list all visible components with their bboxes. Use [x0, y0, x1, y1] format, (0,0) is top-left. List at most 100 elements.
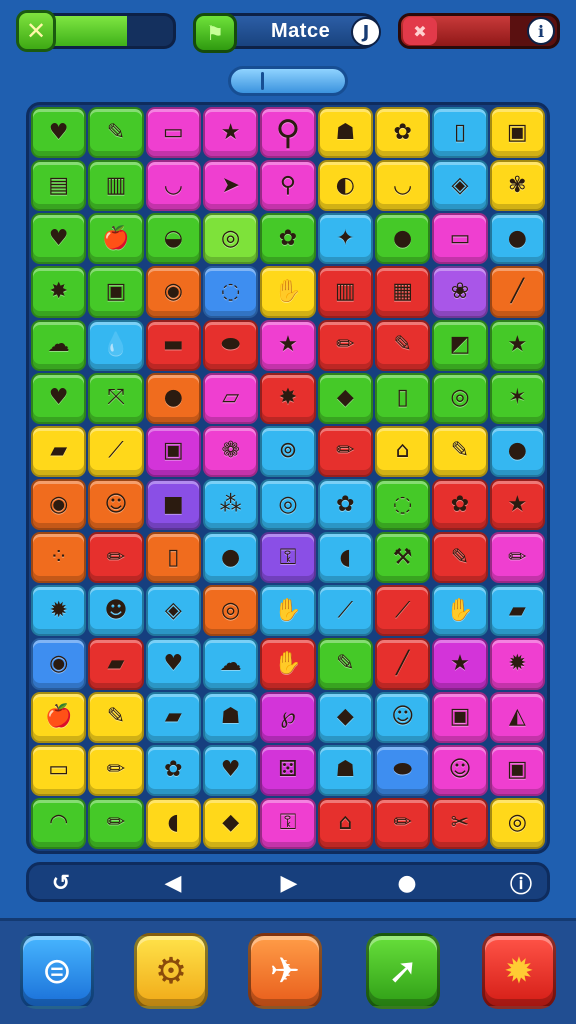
tile[interactable]: ◈ — [432, 160, 488, 212]
info-button[interactable]: ⓘ — [507, 870, 535, 898]
tile[interactable]: ◖ — [317, 532, 373, 584]
tile[interactable]: ✏ — [317, 319, 373, 371]
tile[interactable]: ★ — [489, 319, 545, 371]
tile[interactable]: ╱ — [489, 266, 545, 318]
tile[interactable]: ● — [489, 425, 545, 477]
tile[interactable]: ▯ — [432, 107, 488, 159]
tile[interactable]: ◉ — [31, 638, 87, 690]
tile[interactable]: ◉ — [31, 478, 87, 531]
tile[interactable]: ☗ — [317, 107, 373, 159]
tile[interactable]: ◆ — [202, 797, 259, 849]
tile[interactable]: ✎ — [317, 638, 373, 690]
tile[interactable]: ◩ — [432, 319, 488, 371]
tile[interactable]: ☻ — [88, 585, 144, 637]
tile[interactable]: ▥ — [317, 266, 373, 318]
tile[interactable]: ◎ — [260, 478, 316, 531]
tile[interactable]: ▯ — [374, 372, 431, 424]
tile[interactable]: 🍎 — [31, 691, 87, 743]
tile[interactable]: ◉ — [145, 266, 201, 318]
tile[interactable]: ◡ — [145, 160, 201, 212]
tile[interactable]: ★ — [489, 478, 545, 531]
title-info-button[interactable]: J — [351, 17, 381, 47]
tile[interactable]: ☁ — [31, 319, 87, 371]
tile[interactable]: ⚲ — [260, 107, 316, 159]
settings-dock-button[interactable]: ⚙ — [134, 933, 208, 1009]
tile[interactable]: ▭ — [432, 213, 488, 265]
tile[interactable]: ▭ — [145, 107, 201, 159]
tile[interactable]: ☺ — [88, 478, 144, 531]
tile[interactable]: ● — [489, 213, 545, 265]
tile[interactable]: ⚄ — [260, 744, 316, 796]
tile[interactable]: ♥ — [31, 372, 87, 424]
tile[interactable]: ♥ — [202, 744, 259, 796]
tile[interactable]: ✏ — [88, 744, 144, 796]
tile[interactable]: ☗ — [317, 744, 373, 796]
tile[interactable]: ✿ — [432, 478, 488, 531]
tile[interactable]: ✎ — [88, 107, 144, 159]
tile[interactable]: ✿ — [317, 478, 373, 531]
tile[interactable]: ✿ — [260, 213, 316, 265]
tile[interactable]: ➤ — [202, 160, 259, 212]
tile[interactable]: ✂ — [432, 797, 488, 849]
tile[interactable]: ◎ — [202, 213, 259, 265]
tile[interactable]: ☗ — [202, 691, 259, 743]
tile[interactable]: ╱ — [374, 638, 431, 690]
prev-button[interactable]: ◀ — [159, 870, 187, 896]
tile[interactable]: ✿ — [145, 744, 201, 796]
tile[interactable]: ◎ — [432, 372, 488, 424]
tile[interactable]: ◡ — [374, 160, 431, 212]
tile[interactable]: ❁ — [202, 425, 259, 477]
tile[interactable]: ⚿ — [260, 532, 316, 584]
tile[interactable]: ♥ — [145, 638, 201, 690]
tile[interactable]: ✿ — [374, 107, 431, 159]
tile[interactable]: ⬬ — [202, 319, 259, 371]
arrow-dock-button[interactable]: ➚ — [366, 933, 440, 1009]
tile[interactable]: ⚲ — [260, 160, 316, 212]
tile[interactable]: ✦ — [317, 213, 373, 265]
tile[interactable]: ★ — [202, 107, 259, 159]
tile[interactable]: ✎ — [432, 532, 488, 584]
tile[interactable]: ✸ — [31, 266, 87, 318]
tile[interactable]: ▰ — [145, 691, 201, 743]
tile[interactable]: ✎ — [88, 691, 144, 743]
pause-toggle[interactable] — [228, 66, 348, 96]
tile[interactable]: ☺ — [374, 691, 431, 743]
tile[interactable]: ● — [374, 213, 431, 265]
tile[interactable]: ◎ — [202, 585, 259, 637]
tile[interactable]: ♥ — [31, 107, 87, 159]
tile[interactable]: ▦ — [374, 266, 431, 318]
tile[interactable]: ✋ — [260, 266, 316, 318]
tile[interactable]: ▰ — [489, 585, 545, 637]
tile[interactable]: ◖ — [145, 797, 201, 849]
tile[interactable]: ◆ — [317, 372, 373, 424]
info-button-right[interactable]: ℹ — [527, 17, 555, 45]
tile[interactable]: ⊚ — [260, 425, 316, 477]
tile[interactable]: ✹ — [489, 638, 545, 690]
tile[interactable]: ▤ — [31, 160, 87, 212]
tile[interactable]: ▯ — [145, 532, 201, 584]
tile[interactable]: ◠ — [31, 797, 87, 849]
tile[interactable]: ▥ — [88, 160, 144, 212]
tile[interactable]: ⬬ — [374, 744, 431, 796]
tile[interactable]: ▰ — [88, 638, 144, 690]
tile[interactable]: ⚿ — [260, 797, 316, 849]
tile[interactable]: ✏ — [489, 532, 545, 584]
tile[interactable]: ✏ — [88, 532, 144, 584]
tile[interactable]: ◎ — [489, 797, 545, 849]
tile[interactable]: ⤧ — [88, 372, 144, 424]
tile[interactable]: ✹ — [31, 585, 87, 637]
tile[interactable]: ● — [145, 372, 201, 424]
tile[interactable]: ◭ — [489, 691, 545, 743]
tile[interactable]: ⟋ — [374, 585, 431, 637]
tile[interactable]: ✸ — [260, 372, 316, 424]
tile[interactable]: ■ — [145, 478, 201, 531]
plane-dock-button[interactable]: ✈ — [248, 933, 322, 1009]
tile[interactable]: ★ — [260, 319, 316, 371]
tile[interactable]: ⟋ — [317, 585, 373, 637]
tile[interactable]: ▬ — [145, 319, 201, 371]
tile[interactable]: 🍎 — [88, 213, 144, 265]
tile[interactable]: ★ — [432, 638, 488, 690]
tile[interactable]: ◒ — [145, 213, 201, 265]
tile[interactable]: ⁘ — [31, 532, 87, 584]
tile[interactable]: ✎ — [374, 319, 431, 371]
